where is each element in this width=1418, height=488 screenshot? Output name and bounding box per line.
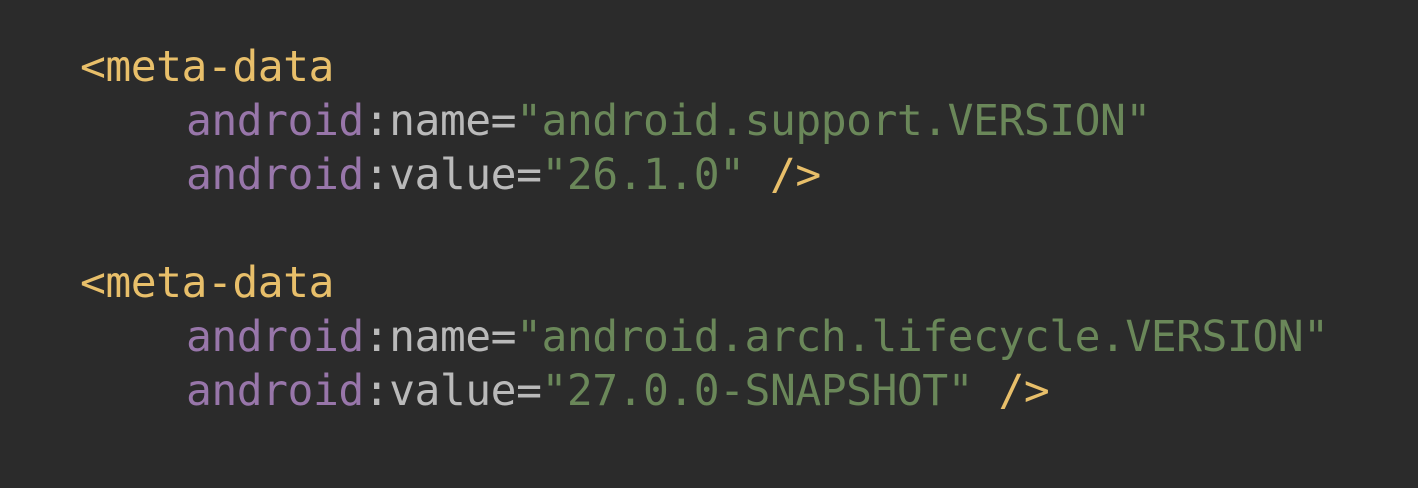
attr-value: "android.support.VERSION"	[516, 96, 1151, 146]
attr-namespace: android	[186, 312, 364, 362]
attr-value: "android.arch.lifecycle.VERSION"	[516, 312, 1329, 362]
attr-namespace: android	[186, 366, 364, 416]
attr-colon: :	[363, 150, 390, 200]
attr-namespace: android	[186, 96, 364, 146]
code-editor[interactable]: <meta-data android:name="android.support…	[0, 0, 1418, 488]
attr-name: name	[389, 312, 491, 362]
attr-equals: =	[516, 366, 542, 416]
close-tag: />	[769, 150, 821, 200]
attr-value: "26.1.0"	[541, 150, 745, 200]
attr-name: name	[389, 96, 491, 146]
whitespace-marker	[745, 150, 770, 200]
attr-name: value	[389, 366, 517, 416]
code-line-1: <meta-data	[80, 40, 334, 94]
open-tag: <meta-data	[80, 42, 334, 92]
attr-colon: :	[363, 96, 390, 146]
code-line-6: android:name="android.arch.lifecycle.VER…	[186, 310, 1329, 364]
attr-colon: :	[363, 366, 390, 416]
attr-colon: :	[363, 312, 390, 362]
attr-equals: =	[490, 96, 517, 146]
close-tag: />	[998, 366, 1050, 416]
attr-value: "27.0.0-SNAPSHOT"	[541, 366, 974, 416]
attr-name: value	[389, 150, 517, 200]
code-line-5: <meta-data	[80, 256, 334, 310]
code-line-7: android:value="27.0.0-SNAPSHOT" />	[186, 364, 1050, 418]
code-line-2: android:name="android.support.VERSION"	[186, 94, 1151, 148]
whitespace-marker	[973, 366, 998, 416]
code-line-3: android:value="26.1.0" />	[186, 148, 821, 202]
open-tag: <meta-data	[80, 258, 334, 308]
attr-equals: =	[516, 150, 542, 200]
attr-equals: =	[490, 312, 517, 362]
attr-namespace: android	[186, 150, 364, 200]
